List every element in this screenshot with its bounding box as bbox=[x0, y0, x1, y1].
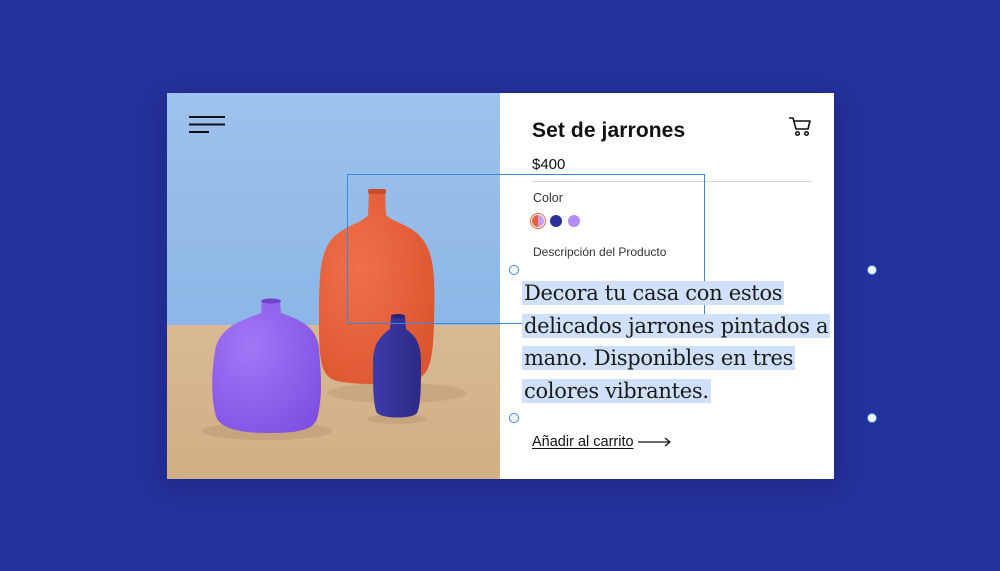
resize-handle-top-right[interactable] bbox=[867, 265, 877, 275]
shopping-cart-icon[interactable] bbox=[788, 115, 812, 137]
resize-handle-top-left[interactable] bbox=[509, 265, 519, 275]
arrow-right-icon bbox=[637, 437, 671, 447]
add-to-cart-link[interactable]: Añadir al carrito bbox=[532, 434, 672, 450]
product-description-text: Decora tu casa con estos delicados jarro… bbox=[522, 281, 831, 403]
product-description[interactable]: Decora tu casa con estos delicados jarro… bbox=[522, 277, 864, 407]
product-price: $400 bbox=[532, 156, 566, 173]
resize-handle-bottom-left[interactable] bbox=[509, 413, 519, 423]
product-title: Set de jarrones bbox=[532, 119, 686, 142]
add-to-cart-label: Añadir al carrito bbox=[532, 434, 634, 450]
resize-handle-bottom-right[interactable] bbox=[867, 413, 877, 423]
hamburger-menu-icon[interactable] bbox=[189, 115, 227, 135]
